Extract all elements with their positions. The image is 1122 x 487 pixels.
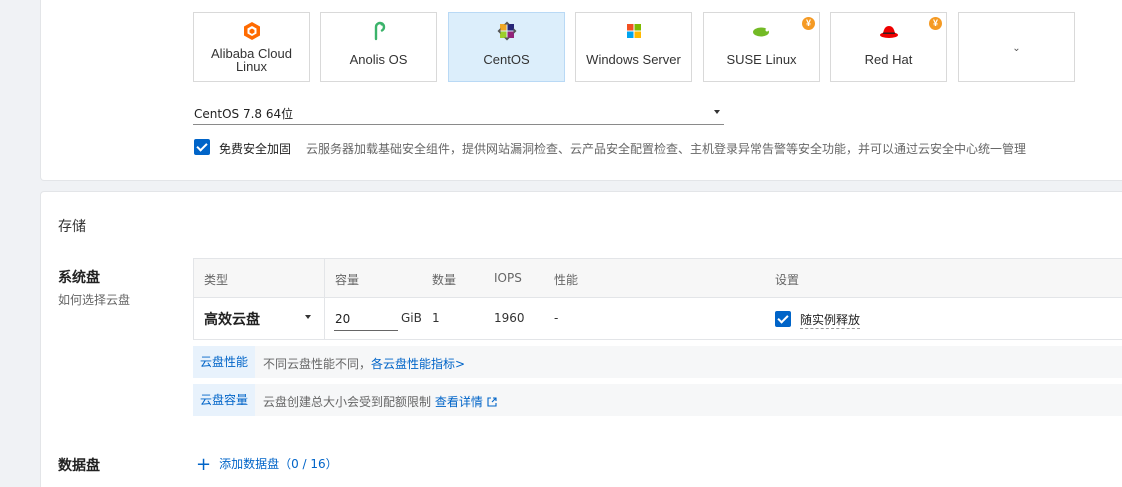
centos-icon: [497, 21, 516, 41]
caret-down-icon: [714, 110, 720, 114]
os-tile-centos[interactable]: CentOS: [448, 12, 565, 82]
header-iops: IOPS: [494, 271, 522, 285]
os-label: Anolis OS: [349, 52, 408, 67]
security-hardening-checkbox[interactable]: [194, 139, 210, 155]
view-details-link[interactable]: 查看详情: [435, 395, 497, 409]
os-tile-alibaba-cloud-linux[interactable]: Alibaba Cloud Linux: [193, 12, 310, 82]
chevron-down-icon: ⌄: [1012, 43, 1021, 54]
os-label: Red Hat: [864, 52, 913, 67]
redhat-icon: [879, 26, 898, 38]
disk-type-select[interactable]: 高效云盘: [204, 309, 260, 329]
disk-size-input[interactable]: 20: [334, 307, 398, 331]
anolis-icon: [374, 21, 385, 41]
os-label: Windows Server: [586, 52, 681, 67]
disk-capacity-info: 云盘容量 云盘创建总大小会受到配额限制 查看详情: [193, 384, 1122, 416]
alibaba-cloud-icon: [243, 22, 260, 40]
system-disk-title: 系统盘: [58, 270, 100, 286]
header-type: 类型: [204, 273, 229, 287]
header-settings: 设置: [775, 273, 800, 287]
disk-performance-info: 云盘性能 不同云盘性能不同，各云盘性能指标>: [193, 346, 1122, 378]
data-disk-title: 数据盘: [58, 458, 100, 474]
release-with-instance-checkbox[interactable]: [775, 311, 791, 327]
disk-performance: -: [554, 311, 559, 325]
plus-icon: +: [196, 454, 212, 475]
security-hardening-label[interactable]: 免费安全加固: [219, 140, 291, 157]
info-text: 不同云盘性能不同，: [263, 357, 372, 371]
add-data-disk-label: 添加数据盘（0 / 16）: [219, 457, 338, 471]
disk-count: 1: [432, 311, 440, 325]
os-tile-more[interactable]: ⌄: [958, 12, 1075, 82]
os-version-value: CentOS 7.8 64位: [194, 107, 294, 121]
os-tile-windows-server[interactable]: Windows Server: [575, 12, 692, 82]
os-tile-red-hat[interactable]: Red Hat ¥: [830, 12, 947, 82]
disk-iops: 1960: [494, 311, 525, 325]
disk-size-unit: GiB: [401, 311, 422, 325]
os-version-select[interactable]: CentOS 7.8 64位: [193, 103, 724, 125]
os-tile-suse-linux[interactable]: SUSE Linux ¥: [703, 12, 820, 82]
info-text: 云盘创建总大小会受到配额限制: [263, 395, 432, 409]
windows-icon: [626, 24, 641, 38]
header-capacity: 容量: [335, 273, 360, 287]
system-disk-table: 类型 容量 数量 IOPS 性能 设置 高效云盘 20 GiB 1 1960 -…: [193, 258, 1122, 340]
header-count: 数量: [432, 273, 457, 287]
caret-down-icon[interactable]: [305, 315, 311, 319]
os-tile-anolis-os[interactable]: Anolis OS: [320, 12, 437, 82]
external-link-icon: [487, 397, 497, 407]
release-with-instance-label[interactable]: 随实例释放: [800, 311, 861, 329]
add-data-disk-button[interactable]: + 添加数据盘（0 / 16）: [196, 454, 338, 475]
os-label: Alibaba Cloud Linux: [211, 46, 292, 74]
view-details-label: 查看详情: [434, 395, 483, 409]
os-label: SUSE Linux: [726, 52, 797, 67]
os-label: CentOS: [483, 52, 530, 67]
disk-performance-tag: 云盘性能: [193, 346, 256, 378]
storage-section-title: 存储: [58, 219, 86, 235]
disk-capacity-text: 云盘创建总大小会受到配额限制 查看详情: [263, 393, 497, 410]
disk-performance-link[interactable]: 各云盘性能指标>: [371, 357, 465, 371]
paid-badge: ¥: [802, 17, 815, 30]
column-separator: [324, 259, 325, 339]
table-header: 类型 容量 数量 IOPS 性能 设置: [194, 259, 1122, 298]
suse-icon: [752, 27, 769, 37]
header-performance: 性能: [554, 273, 579, 287]
choose-disk-help-link[interactable]: 如何选择云盘: [58, 291, 130, 308]
paid-badge: ¥: [929, 17, 942, 30]
disk-performance-text: 不同云盘性能不同，各云盘性能指标>: [263, 355, 465, 372]
security-hardening-description: 云服务器加载基础安全组件，提供网站漏洞检查、云产品安全配置检查、主机登录异常告警…: [306, 142, 1027, 156]
disk-capacity-tag: 云盘容量: [193, 384, 256, 416]
